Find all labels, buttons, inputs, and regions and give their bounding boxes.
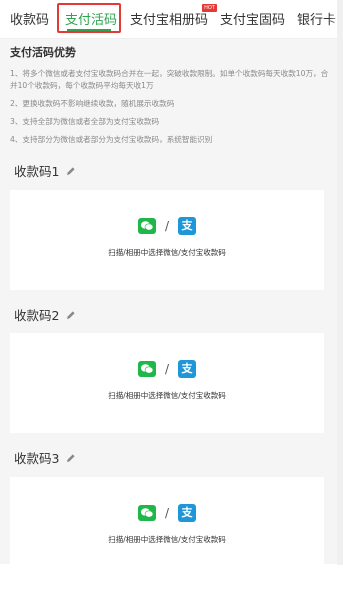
code-3-label: 收款码3 xyxy=(14,451,60,466)
code-1-icons: / 支 xyxy=(10,217,324,235)
advantage-item: 3、支持全部为微信或者全部为支付宝收款码 xyxy=(10,117,160,126)
tab-alipay-album-code[interactable]: 支付宝相册码 xyxy=(130,9,208,28)
tab-alipay-fixed-code[interactable]: 支付宝固码 xyxy=(220,9,285,28)
advantages-list: 1、将多个微信或者支付宝收款码合并在一起，突破收款限制。如单个收款码每天收款10… xyxy=(10,68,330,152)
code-1-header: 收款码1 xyxy=(14,161,76,180)
code-1-caption: 扫描/相册中选择微信/支付宝收款码 xyxy=(108,248,226,257)
pencil-icon[interactable] xyxy=(66,453,76,463)
hot-badge: HOT xyxy=(202,4,217,12)
advantage-item: 4、支持部分为微信或者部分为支付宝收款码，系统智能识别 xyxy=(10,135,213,144)
bottom-blank-area xyxy=(0,565,343,597)
alipay-icon: 支 xyxy=(178,360,197,378)
code-2-label: 收款码2 xyxy=(14,308,60,323)
code-3-caption: 扫描/相册中选择微信/支付宝收款码 xyxy=(108,535,226,544)
advantages-title: 支付活码优势 xyxy=(10,46,76,59)
wechat-icon xyxy=(137,361,156,377)
wechat-icon xyxy=(137,218,156,234)
alipay-icon: 支 xyxy=(178,217,197,235)
code-2-icons: / 支 xyxy=(10,360,324,378)
code-1-label: 收款码1 xyxy=(14,164,60,179)
vertical-scrollbar[interactable] xyxy=(337,0,343,565)
advantage-item: 1、将多个微信或者支付宝收款码合并在一起，突破收款限制。如单个收款码每天收款10… xyxy=(10,69,329,90)
code-3-header: 收款码3 xyxy=(14,448,76,467)
code-3-icons: / 支 xyxy=(10,504,324,522)
code-1-upload-card[interactable]: / 支 扫描/相册中选择微信/支付宝收款码 xyxy=(10,190,324,290)
pencil-icon[interactable] xyxy=(66,166,76,176)
code-3-upload-card[interactable]: / 支 扫描/相册中选择微信/支付宝收款码 xyxy=(10,477,324,577)
alipay-icon: 支 xyxy=(178,504,197,522)
wechat-icon xyxy=(137,505,156,521)
tab-collection-code[interactable]: 收款码 xyxy=(10,9,49,28)
code-2-upload-card[interactable]: / 支 扫描/相册中选择微信/支付宝收款码 xyxy=(10,333,324,433)
main-content: 支付活码优势 1、将多个微信或者支付宝收款码合并在一起，突破收款限制。如单个收款… xyxy=(0,39,337,577)
tab-bar: 收款码 支付活码 支付宝相册码 HOT 支付宝固码 银行卡 xyxy=(0,0,343,39)
separator-slash: / xyxy=(164,506,170,520)
separator-slash: / xyxy=(164,362,170,376)
code-2-header: 收款码2 xyxy=(14,305,76,324)
advantage-item: 2、更换收款码不影响继续收款，随机展示收款码 xyxy=(10,99,175,108)
active-tab-underline xyxy=(67,29,111,31)
pencil-icon[interactable] xyxy=(66,310,76,320)
code-2-caption: 扫描/相册中选择微信/支付宝收款码 xyxy=(108,391,226,400)
separator-slash: / xyxy=(164,219,170,233)
